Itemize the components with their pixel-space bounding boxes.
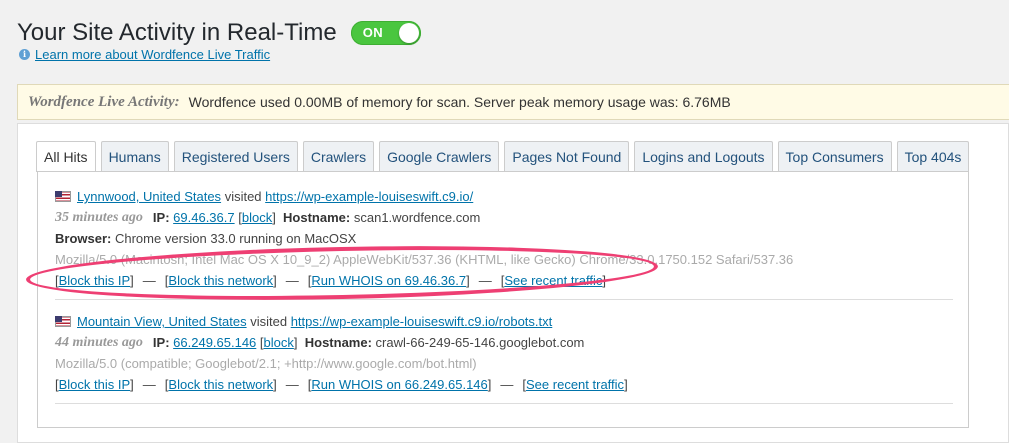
- hit-ip-link[interactable]: 66.249.65.146: [173, 332, 256, 353]
- title-row: Your Site Activity in Real-Time ON: [17, 16, 421, 50]
- block-ip-link[interactable]: Block this IP: [59, 374, 131, 395]
- hit-visited-text: visited: [224, 189, 262, 204]
- browser-label: Browser:: [55, 231, 112, 246]
- hit-actions: [Block this IP] —[Block this network] —[Ru…: [55, 374, 955, 395]
- us-flag-icon: [55, 191, 71, 202]
- block-network-link[interactable]: Block this network: [168, 270, 273, 291]
- hit-divider: [55, 299, 953, 300]
- hostname-label: Hostname:: [304, 335, 372, 350]
- hit-actions: [Block this IP] —[Block this network] —[Ru…: [55, 270, 955, 291]
- hit-visited-text: visited: [250, 314, 288, 329]
- tab-top-consumers[interactable]: Top Consumers: [777, 141, 892, 171]
- see-recent-traffic-link[interactable]: See recent traffic: [526, 374, 624, 395]
- live-activity-bar: Wordfence Live Activity: Wordfence used …: [17, 84, 1009, 120]
- hit-url-link[interactable]: https://wp-example-louiseswift.c9.io/rob…: [291, 311, 553, 332]
- toggle-knob: [398, 23, 419, 43]
- tab-google-crawlers[interactable]: Google Crawlers: [379, 141, 500, 171]
- hit-meta-line: 35 minutes ago IP: 69.46.36.7 [block] Ho…: [55, 207, 955, 228]
- ip-label: IP:: [152, 335, 170, 350]
- ip-label: IP:: [152, 210, 170, 225]
- hit-time: 44 minutes ago: [55, 335, 143, 350]
- live-traffic-toggle[interactable]: ON: [350, 21, 421, 45]
- hits-content: Lynnwood, United States visited https://…: [37, 171, 969, 428]
- run-whois-link[interactable]: Run WHOIS on 66.249.65.146: [311, 374, 487, 395]
- tab-top-404s[interactable]: Top 404s: [896, 141, 970, 171]
- run-whois-link[interactable]: Run WHOIS on 69.46.36.7: [311, 270, 466, 291]
- hit-time: 35 minutes ago: [55, 210, 143, 225]
- hit-entry: Lynnwood, United States visited https://…: [55, 186, 955, 291]
- page-title: Your Site Activity in Real-Time: [17, 19, 337, 46]
- hit-visit-line: Lynnwood, United States visited https://…: [55, 186, 955, 207]
- hit-ip-link[interactable]: 69.46.36.7: [173, 207, 234, 228]
- learn-more-row: i Learn more about Wordfence Live Traffi…: [19, 47, 270, 62]
- see-recent-traffic-link[interactable]: See recent traffic: [504, 270, 602, 291]
- hit-block-link[interactable]: block: [264, 332, 294, 353]
- hit-location-link[interactable]: Mountain View, United States: [77, 311, 247, 332]
- tab-humans[interactable]: Humans: [100, 141, 169, 171]
- hit-divider: [55, 403, 953, 404]
- hit-hostname: scan1.wordfence.com: [353, 210, 481, 225]
- learn-more-link[interactable]: Learn more about Wordfence Live Traffic: [35, 47, 270, 62]
- live-activity-label: Wordfence Live Activity:: [28, 93, 180, 110]
- tab-registered-users[interactable]: Registered Users: [173, 141, 298, 171]
- traffic-tabs: All Hits Humans Registered Users Crawler…: [36, 141, 970, 172]
- hit-visit-line: Mountain View, United States visited htt…: [55, 311, 955, 332]
- hit-entry: Mountain View, United States visited htt…: [55, 311, 955, 395]
- tab-pages-not-found[interactable]: Pages Not Found: [504, 141, 630, 171]
- hit-user-agent: Mozilla/5.0 (Macintosh; Intel Mac OS X 1…: [55, 252, 794, 267]
- tab-logins-logouts[interactable]: Logins and Logouts: [634, 141, 773, 171]
- live-activity-message: Wordfence used 0.00MB of memory for scan…: [188, 94, 731, 110]
- toggle-label: ON: [362, 25, 384, 40]
- tab-crawlers[interactable]: Crawlers: [302, 141, 375, 171]
- hit-location-link[interactable]: Lynnwood, United States: [77, 186, 221, 207]
- block-network-link[interactable]: Block this network: [168, 374, 273, 395]
- block-ip-link[interactable]: Block this IP: [59, 270, 131, 291]
- hostname-label: Hostname:: [283, 210, 351, 225]
- hit-user-agent: Mozilla/5.0 (compatible; Googlebot/2.1; …: [55, 356, 477, 371]
- hit-url-link[interactable]: https://wp-example-louiseswift.c9.io/: [265, 186, 473, 207]
- hit-hostname: crawl-66-249-65-146.googlebot.com: [375, 335, 585, 350]
- hit-meta-line: 44 minutes ago IP: 66.249.65.146 [block]…: [55, 332, 955, 353]
- tab-all-hits[interactable]: All Hits: [36, 141, 96, 172]
- info-icon: i: [19, 49, 30, 60]
- hit-block-link[interactable]: block: [242, 207, 272, 228]
- us-flag-icon: [55, 316, 71, 327]
- hit-browser: Chrome version 33.0 running on MacOSX: [114, 231, 357, 246]
- hit-browser-line: Browser: Chrome version 33.0 running on …: [55, 228, 955, 249]
